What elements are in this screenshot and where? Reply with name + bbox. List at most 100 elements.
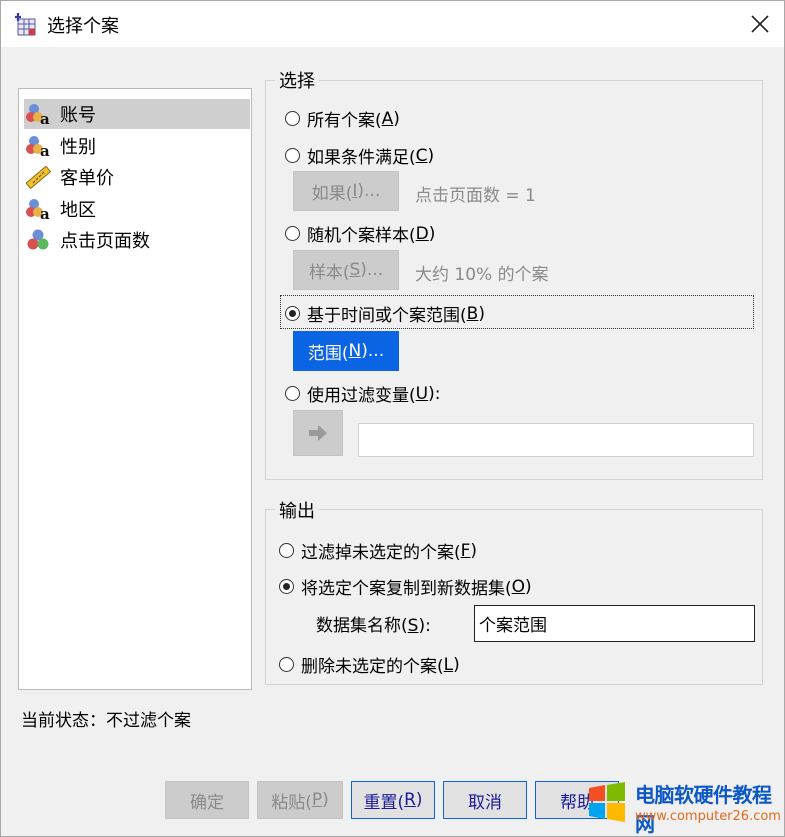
radio-circle-selected <box>285 306 300 321</box>
mnemonic: S <box>349 260 361 280</box>
mnemonic: R <box>404 790 416 810</box>
radio-time-range[interactable]: 基于时间或个案范围(B) <box>285 301 485 326</box>
label-text: 数据集名称( <box>316 616 408 636</box>
variable-label: 地区 <box>60 200 96 221</box>
radio-circle <box>285 111 300 126</box>
close-icon <box>751 15 769 33</box>
svg-text:a: a <box>40 110 50 126</box>
radio-circle <box>285 226 300 241</box>
ok-button[interactable]: 确定 <box>165 781 249 819</box>
mnemonic: C <box>415 145 428 166</box>
variable-label: 账号 <box>60 105 96 126</box>
radio-label: 过滤掉未选定的个案( <box>301 543 461 563</box>
watermark-url: www.computer26.com <box>635 809 781 824</box>
radio-circle <box>279 657 294 672</box>
radio-delete-unselected[interactable]: 删除未选定的个案(L) <box>279 652 460 677</box>
radio-circle-selected <box>279 579 294 594</box>
button-label-suffix: ) <box>415 790 423 810</box>
radio-filter-variable[interactable]: 使用过滤变量(U): <box>285 381 440 406</box>
paste-button[interactable]: 粘贴(P) <box>257 781 343 819</box>
label-suffix: ): <box>418 616 431 636</box>
button-label: 重置( <box>363 792 405 813</box>
button-label-suffix: )... <box>360 260 384 280</box>
radio-label: 使用过滤变量( <box>307 386 416 406</box>
radio-label-suffix: ) <box>478 303 485 324</box>
if-button[interactable]: 如果(I)... <box>293 171 399 211</box>
mnemonic: O <box>511 576 526 597</box>
move-variable-button[interactable] <box>293 410 343 456</box>
watermark: 电脑软硬件教程网 www.computer26.com <box>583 775 785 836</box>
mnemonic: L <box>443 654 454 675</box>
title-bar: 选择个案 <box>1 1 784 47</box>
variable-label: 客单价 <box>60 168 114 189</box>
nominal-string-icon: a <box>26 199 50 221</box>
sample-button[interactable]: 样本(S)... <box>293 250 399 290</box>
spss-app-icon <box>15 13 36 36</box>
select-cases-dialog: 选择个案 a 账号 a 性别 客单价 a 地区 点击页面数 选择 所有个案(A… <box>0 0 785 837</box>
button-label-suffix: ) <box>322 790 329 810</box>
reset-button[interactable]: 重置(R) <box>351 781 435 819</box>
svg-text:a: a <box>40 205 50 221</box>
radio-label-suffix: ) <box>525 576 532 597</box>
button-label: 样本( <box>308 262 350 283</box>
filter-variable-field[interactable] <box>358 423 754 457</box>
output-group-title: 输出 <box>275 497 319 523</box>
range-button[interactable]: 范围(N)... <box>293 331 399 371</box>
variable-item-price[interactable]: 客单价 <box>24 162 250 192</box>
button-label-suffix: )... <box>357 181 381 201</box>
mnemonic: B <box>466 303 479 324</box>
radio-label: 将选定个案复制到新数据集( <box>301 579 512 599</box>
button-label-suffix: )... <box>361 341 385 361</box>
radio-all-cases[interactable]: 所有个案(A) <box>285 106 400 131</box>
radio-filter-out[interactable]: 过滤掉未选定的个案(F) <box>279 538 477 563</box>
variable-item-account[interactable]: a 账号 <box>24 99 250 129</box>
mnemonic: A <box>381 108 394 129</box>
radio-label-suffix: ) <box>453 654 460 675</box>
scale-ruler-icon <box>26 165 52 189</box>
radio-copy-new-dataset[interactable]: 将选定个案复制到新数据集(O) <box>279 574 532 599</box>
radio-if-condition[interactable]: 如果条件满足(C) <box>285 143 434 168</box>
radio-circle <box>279 543 294 558</box>
close-button[interactable] <box>739 4 781 44</box>
radio-random-sample[interactable]: 随机个案样本(D) <box>285 221 435 246</box>
current-status: 当前状态：不过滤个案 <box>21 711 191 731</box>
variable-item-region[interactable]: a 地区 <box>24 194 250 224</box>
button-label: 范围( <box>307 343 349 364</box>
radio-circle <box>285 148 300 163</box>
variable-item-page-clicks[interactable]: 点击页面数 <box>24 225 250 255</box>
window-title: 选择个案 <box>47 16 119 37</box>
radio-circle <box>285 386 300 401</box>
dataset-name-input[interactable]: 个案范围 <box>474 605 755 642</box>
radio-label-suffix: ) <box>393 108 400 129</box>
mnemonic: F <box>460 540 471 561</box>
arrow-right-icon <box>309 425 327 441</box>
button-label: 如果( <box>311 183 353 204</box>
radio-label-suffix: ): <box>428 383 441 404</box>
nominal-string-icon: a <box>26 104 50 126</box>
radio-label-suffix: ) <box>428 223 436 244</box>
select-group-title: 选择 <box>275 67 319 93</box>
mnemonic: D <box>415 223 429 244</box>
variable-label: 性别 <box>60 137 96 158</box>
radio-label: 删除未选定的个案( <box>301 657 444 677</box>
dataset-name-label: 数据集名称(S): <box>316 611 431 636</box>
sample-hint: 大约 10% 的个案 <box>415 265 549 285</box>
nominal-numeric-icon <box>27 229 49 250</box>
mnemonic: N <box>348 341 362 361</box>
watermark-title: 电脑软硬件教程网 <box>635 783 772 836</box>
radio-label-suffix: ) <box>470 540 478 561</box>
svg-text:a: a <box>40 142 50 158</box>
windows-logo-icon <box>589 782 625 822</box>
radio-label: 如果条件满足( <box>307 148 416 168</box>
if-condition-hint: 点击页面数 = 1 <box>415 186 536 206</box>
mnemonic: P <box>311 790 323 810</box>
variable-list[interactable]: a 账号 a 性别 客单价 a 地区 点击页面数 <box>18 88 252 690</box>
nominal-string-icon: a <box>26 136 50 158</box>
variable-label: 点击页面数 <box>60 231 150 252</box>
mnemonic: S <box>407 616 419 636</box>
radio-label: 基于时间或个案范围( <box>307 306 467 326</box>
radio-label-suffix: ) <box>427 145 435 166</box>
variable-item-gender[interactable]: a 性别 <box>24 131 250 161</box>
cancel-button[interactable]: 取消 <box>443 781 527 819</box>
mnemonic: U <box>415 383 429 404</box>
